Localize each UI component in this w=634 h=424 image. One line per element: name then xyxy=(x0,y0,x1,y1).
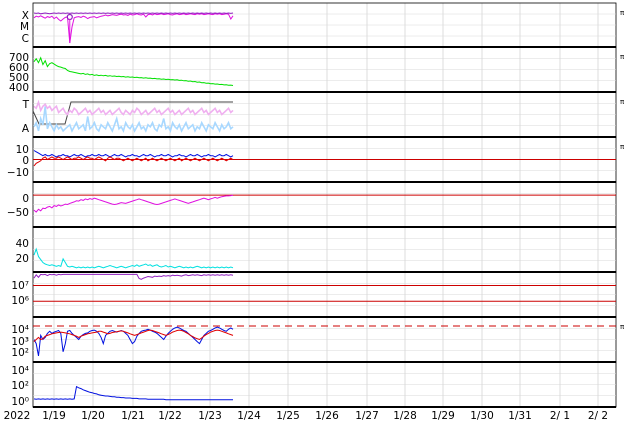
panel-marker: π xyxy=(620,9,625,17)
panel-ta: TAπ xyxy=(22,91,625,138)
y-tick-label: A xyxy=(22,123,30,135)
x-tick-label: 2/ 1 xyxy=(550,410,570,422)
y-tick-label: 400 xyxy=(9,82,29,94)
y-tick-label: −50 xyxy=(7,207,29,219)
y-tick-label: 10⁶ xyxy=(11,295,29,307)
panel-speed: 700600500400π xyxy=(9,46,625,94)
x-tick-label: 1/27 xyxy=(355,410,379,422)
series-line xyxy=(33,99,234,116)
x-tick-label: 1/21 xyxy=(121,410,145,422)
panel-electron: 10⁴ 10² 10⁰ xyxy=(11,361,617,408)
y-tick-label: 10⁴ xyxy=(11,324,29,336)
series-line xyxy=(33,247,234,269)
y-tick-label: 10² xyxy=(11,380,29,392)
y-tick-label: 0 xyxy=(22,155,29,167)
y-tick-label: T xyxy=(22,99,30,111)
series-line xyxy=(33,12,234,15)
y-tick-label: 10⁴ xyxy=(11,365,29,377)
x-tick-label: 1/22 xyxy=(158,410,182,422)
x-tick-label: 1/19 xyxy=(42,410,66,422)
y-tick-label: 10⁰ xyxy=(11,396,29,408)
y-tick-label: C xyxy=(22,33,29,45)
y-tick-label: 10⁷ xyxy=(11,280,29,292)
series-line xyxy=(33,194,234,213)
x-tick-label: 1/25 xyxy=(276,410,300,422)
x-tick-label: 1/28 xyxy=(393,410,417,422)
y-tick-label: 40 xyxy=(16,238,29,250)
panel-marker: π xyxy=(620,323,625,331)
series-line xyxy=(33,156,234,167)
series-line xyxy=(33,56,234,86)
panel-flux: 10⁴10³10²π xyxy=(11,316,625,363)
panel-field: 100−10π xyxy=(7,136,625,183)
x-tick-label: 1/31 xyxy=(508,410,532,422)
x-tick-label: 1/20 xyxy=(81,410,105,422)
event-marker xyxy=(66,13,73,21)
x-tick-label: 1/23 xyxy=(198,410,222,422)
series-line xyxy=(33,150,234,158)
x-tick-label: 1/29 xyxy=(431,410,455,422)
x-tick-label: 2022 xyxy=(4,410,31,422)
panel-marker: π xyxy=(620,143,625,151)
series-line xyxy=(33,385,233,401)
panel-xmc: XMCπ xyxy=(20,2,625,48)
panel-marker: π xyxy=(620,53,625,61)
x-tick-label: 1/26 xyxy=(315,410,339,422)
y-tick-label: −10 xyxy=(7,167,29,179)
panel-marker: π xyxy=(620,98,625,106)
panel-density: 4020 xyxy=(16,226,617,273)
y-tick-label: 10² xyxy=(11,347,29,359)
y-tick-label: 20 xyxy=(16,253,29,265)
series-line xyxy=(33,326,234,356)
series-line xyxy=(33,13,234,44)
panel-bz: 0−50 xyxy=(7,181,617,228)
series-line xyxy=(33,273,234,280)
x-tick-label: 1/30 xyxy=(470,410,494,422)
x-tick-label: 2/ 2 xyxy=(588,410,608,422)
multi-panel-chart: XMCπ700600500400πTAπ100−10π0−50402010⁷10… xyxy=(4,2,625,422)
x-tick-label: 1/24 xyxy=(237,410,261,422)
y-tick-label: M xyxy=(20,21,29,33)
y-tick-label: 0 xyxy=(22,193,29,205)
panel-pressure: 10⁷10⁶ xyxy=(11,271,617,318)
